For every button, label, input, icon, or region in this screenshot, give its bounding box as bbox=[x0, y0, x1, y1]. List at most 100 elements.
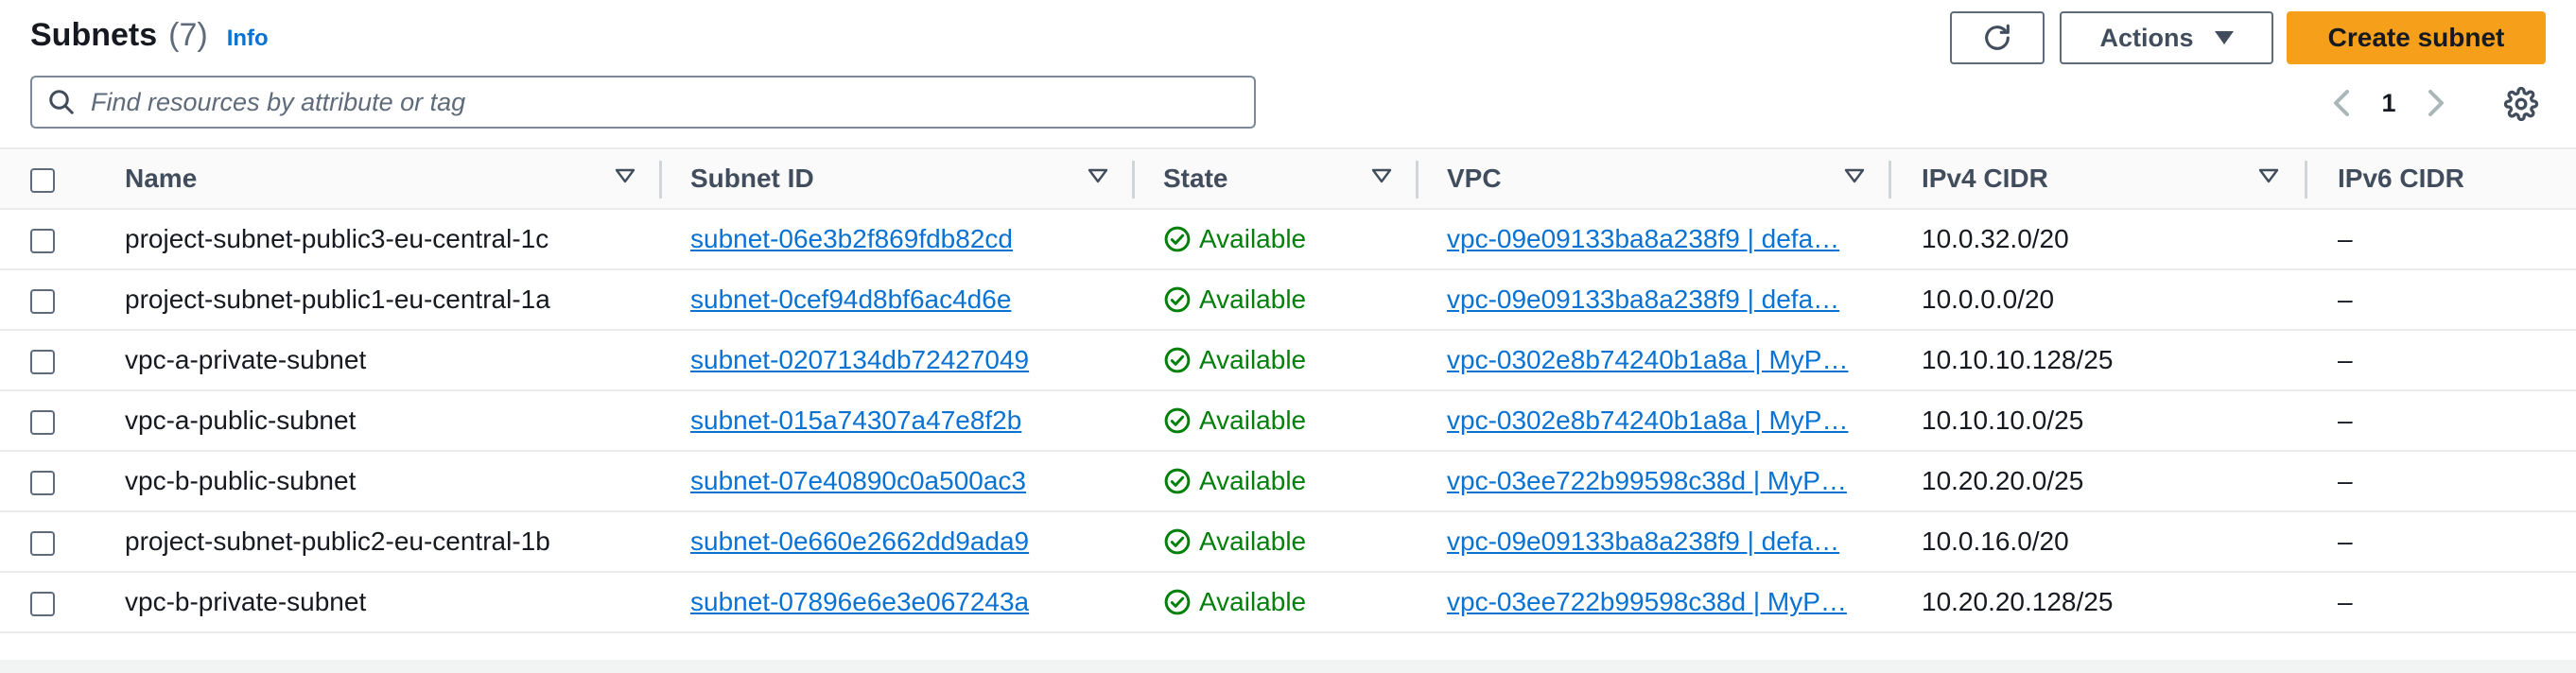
column-header-state[interactable]: State bbox=[1135, 148, 1419, 209]
table-row[interactable]: vpc-b-private-subnet subnet-07896e6e3e06… bbox=[0, 572, 2576, 632]
row-checkbox[interactable] bbox=[30, 470, 55, 495]
page-title: Subnets bbox=[30, 17, 158, 53]
column-label: Subnet ID bbox=[690, 164, 814, 193]
vpc-link[interactable]: vpc-09e09133ba8a238f9 | defa… bbox=[1447, 285, 1861, 315]
cell-ipv4-cidr: 10.20.20.0/25 bbox=[1922, 466, 2084, 495]
subnet-id-link[interactable]: subnet-015a74307a47e8f2b bbox=[690, 406, 1021, 435]
cell-ipv6-cidr: – bbox=[2338, 224, 2353, 253]
select-all-checkbox[interactable] bbox=[30, 167, 55, 193]
cell-name: project-subnet-public1-eu-central-1a bbox=[125, 285, 550, 314]
row-checkbox[interactable] bbox=[30, 349, 55, 374]
column-label: State bbox=[1163, 164, 1228, 193]
cell-ipv4-cidr: 10.0.16.0/20 bbox=[1922, 526, 2069, 556]
sort-caret-icon[interactable] bbox=[1088, 168, 1108, 183]
cell-name: project-subnet-public3-eu-central-1c bbox=[125, 224, 549, 253]
check-circle-icon bbox=[1164, 589, 1191, 615]
row-checkbox[interactable] bbox=[30, 288, 55, 314]
column-label: Name bbox=[125, 164, 198, 193]
cell-ipv6-cidr: – bbox=[2338, 466, 2353, 495]
subnet-id-link[interactable]: subnet-0cef94d8bf6ac4d6e bbox=[690, 285, 1011, 314]
table-settings-button[interactable] bbox=[2500, 83, 2542, 125]
column-label: IPv4 CIDR bbox=[1922, 164, 2048, 193]
status-badge: Available bbox=[1163, 345, 1419, 375]
next-page-button[interactable] bbox=[2413, 79, 2459, 127]
column-header-ipv6-cidr[interactable]: IPv6 CIDR bbox=[2307, 148, 2576, 209]
vpc-link[interactable]: vpc-09e09133ba8a238f9 | defa… bbox=[1447, 224, 1861, 254]
previous-page-button[interactable] bbox=[2319, 79, 2364, 127]
status-badge: Available bbox=[1163, 224, 1419, 254]
row-checkbox[interactable] bbox=[30, 591, 55, 616]
cell-ipv4-cidr: 10.20.20.128/25 bbox=[1922, 587, 2114, 616]
check-circle-icon bbox=[1164, 347, 1191, 373]
search-box[interactable] bbox=[30, 76, 1256, 129]
sort-caret-icon[interactable] bbox=[615, 168, 635, 183]
search-icon bbox=[49, 90, 74, 114]
column-header-name[interactable]: Name bbox=[95, 148, 662, 209]
cell-ipv6-cidr: – bbox=[2338, 345, 2353, 374]
table-row[interactable]: project-subnet-public3-eu-central-1c sub… bbox=[0, 209, 2576, 269]
status-badge: Available bbox=[1163, 466, 1419, 496]
column-header-ipv4-cidr[interactable]: IPv4 CIDR bbox=[1891, 148, 2307, 209]
column-label: VPC bbox=[1447, 164, 1502, 193]
cell-ipv4-cidr: 10.0.32.0/20 bbox=[1922, 224, 2069, 253]
refresh-icon bbox=[1985, 24, 2010, 50]
column-header-subnet-id[interactable]: Subnet ID bbox=[662, 148, 1135, 209]
gear-icon bbox=[2504, 87, 2538, 121]
page-header: Subnets (7) Info bbox=[30, 17, 269, 54]
table-row[interactable]: vpc-a-public-subnet subnet-015a74307a47e… bbox=[0, 390, 2576, 451]
column-header-vpc[interactable]: VPC bbox=[1419, 148, 1891, 209]
subnet-id-link[interactable]: subnet-06e3b2f869fdb82cd bbox=[690, 224, 1013, 253]
table-row[interactable]: project-subnet-public1-eu-central-1a sub… bbox=[0, 269, 2576, 330]
cell-ipv6-cidr: – bbox=[2338, 526, 2353, 556]
subnet-id-link[interactable]: subnet-07e40890c0a500ac3 bbox=[690, 466, 1026, 495]
vpc-link[interactable]: vpc-0302e8b74240b1a8a | MyP… bbox=[1447, 406, 1861, 436]
refresh-button[interactable] bbox=[1950, 11, 2045, 64]
cell-name: vpc-b-public-subnet bbox=[125, 466, 357, 495]
vpc-link[interactable]: vpc-03ee722b99598c38d | MyP… bbox=[1447, 587, 1861, 617]
cell-ipv6-cidr: – bbox=[2338, 587, 2353, 616]
vpc-link[interactable]: vpc-0302e8b74240b1a8a | MyP… bbox=[1447, 345, 1861, 375]
status-badge: Available bbox=[1163, 526, 1419, 557]
vpc-link[interactable]: vpc-03ee722b99598c38d | MyP… bbox=[1447, 466, 1861, 496]
sort-caret-icon[interactable] bbox=[1371, 168, 1392, 183]
status-badge: Available bbox=[1163, 587, 1419, 617]
check-circle-icon bbox=[1164, 528, 1191, 555]
check-circle-icon bbox=[1164, 468, 1191, 494]
subnet-id-link[interactable]: subnet-0e660e2662dd9ada9 bbox=[690, 526, 1029, 556]
page-number[interactable]: 1 bbox=[2364, 89, 2413, 118]
status-text: Available bbox=[1199, 466, 1307, 495]
cell-ipv4-cidr: 10.10.10.0/25 bbox=[1922, 406, 2084, 435]
actions-dropdown-button[interactable]: Actions bbox=[2060, 11, 2273, 64]
row-checkbox[interactable] bbox=[30, 228, 55, 253]
caret-down-icon bbox=[2214, 31, 2234, 44]
table-row[interactable]: vpc-a-private-subnet subnet-0207134db724… bbox=[0, 330, 2576, 390]
chevron-left-icon bbox=[2334, 90, 2349, 116]
status-badge: Available bbox=[1163, 285, 1419, 315]
search-input[interactable] bbox=[91, 87, 1226, 117]
check-circle-icon bbox=[1164, 226, 1191, 252]
select-all-cell bbox=[0, 148, 95, 209]
subnets-table: Name Subnet ID State VPC IPv4 CIDR IPv6 … bbox=[0, 147, 2576, 633]
row-checkbox[interactable] bbox=[30, 409, 55, 435]
info-link[interactable]: Info bbox=[227, 26, 269, 52]
table-row[interactable]: project-subnet-public2-eu-central-1b sub… bbox=[0, 511, 2576, 572]
status-text: Available bbox=[1199, 345, 1307, 374]
row-checkbox[interactable] bbox=[30, 530, 55, 556]
create-subnet-button[interactable]: Create subnet bbox=[2287, 11, 2546, 64]
sort-caret-icon[interactable] bbox=[1844, 168, 1865, 183]
table-row[interactable]: vpc-b-public-subnet subnet-07e40890c0a50… bbox=[0, 451, 2576, 511]
cell-name: vpc-a-private-subnet bbox=[125, 345, 367, 374]
vpc-link[interactable]: vpc-09e09133ba8a238f9 | defa… bbox=[1447, 526, 1861, 557]
sort-caret-icon[interactable] bbox=[2258, 168, 2279, 183]
column-label: IPv6 CIDR bbox=[2338, 164, 2464, 193]
status-text: Available bbox=[1199, 285, 1307, 314]
cell-ipv4-cidr: 10.0.0.0/20 bbox=[1922, 285, 2055, 314]
cell-ipv6-cidr: – bbox=[2338, 285, 2353, 314]
cell-ipv4-cidr: 10.10.10.128/25 bbox=[1922, 345, 2114, 374]
status-badge: Available bbox=[1163, 406, 1419, 436]
check-circle-icon bbox=[1164, 286, 1191, 313]
subnet-id-link[interactable]: subnet-0207134db72427049 bbox=[690, 345, 1029, 374]
subnet-id-link[interactable]: subnet-07896e6e3e067243a bbox=[690, 587, 1029, 616]
actions-label: Actions bbox=[2099, 23, 2194, 52]
status-text: Available bbox=[1199, 224, 1307, 253]
